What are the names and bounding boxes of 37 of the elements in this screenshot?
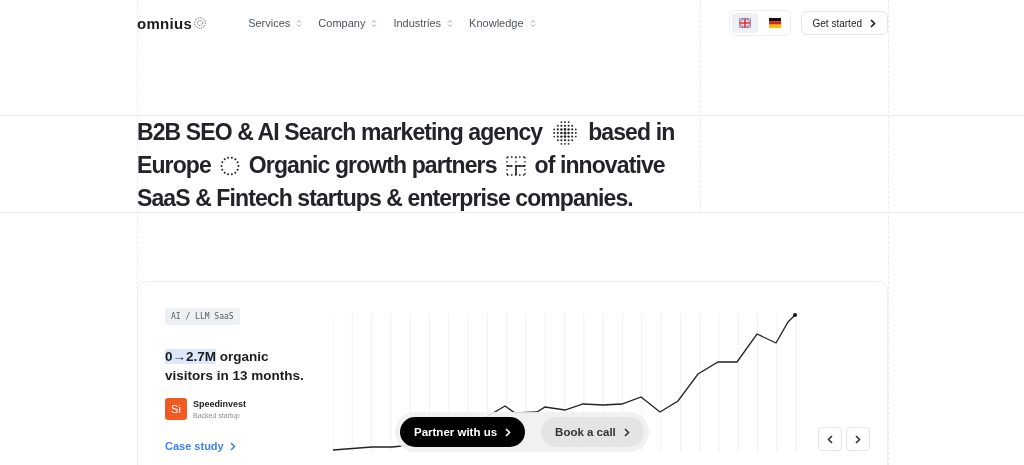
previous-button[interactable] [818,427,842,451]
chevron-left-icon [827,434,833,444]
uk-flag-icon [738,18,751,28]
partner-button[interactable]: Partner with us [400,417,526,447]
nav-menu[interactable]: Knowledge [469,17,536,29]
client-logo: Si [165,398,187,420]
next-button[interactable] [846,427,870,451]
chevron-right-icon [229,441,236,451]
german-flag-icon [768,18,781,28]
logo-icon [194,17,207,29]
headline-text: Europe [137,151,211,180]
case-study-link[interactable]: Case study [165,440,236,452]
result-headline: 0→2.7M organic visitors in 13 months. [165,348,305,385]
get-started-button[interactable]: Get started [800,11,888,35]
chevron-right-icon [855,434,861,444]
sort-icon [296,18,303,28]
sort-icon [371,18,378,28]
nav-menu[interactable]: Industries [393,17,454,29]
category-tag: AI / LLM SaaS [165,308,240,325]
book-call-button[interactable]: Book a call [541,417,644,447]
headline-text: Organic growth partners [248,151,497,180]
chevron-right-icon [505,427,512,437]
nav-menu[interactable]: Company [318,17,378,29]
chevron-right-icon [870,18,876,28]
logo-text: omnius [137,14,193,32]
dotted-circle-icon [219,155,240,176]
sort-icon [447,18,454,28]
dotted-sphere-icon [551,118,580,147]
chevron-right-icon [623,427,630,437]
client-name: Speedinvest [193,399,247,409]
nav-menu[interactable]: Services [248,17,303,29]
headline-text: of innovative [534,151,665,180]
headline-text: based in [588,118,675,147]
headline-text: SaaS & Fintech startups & enterprise companies. [137,184,633,213]
sort-icon [529,18,536,28]
headline-text: B2B SEO & AI Search marketing agency [137,118,543,147]
dotted-grid-icon [505,155,526,176]
